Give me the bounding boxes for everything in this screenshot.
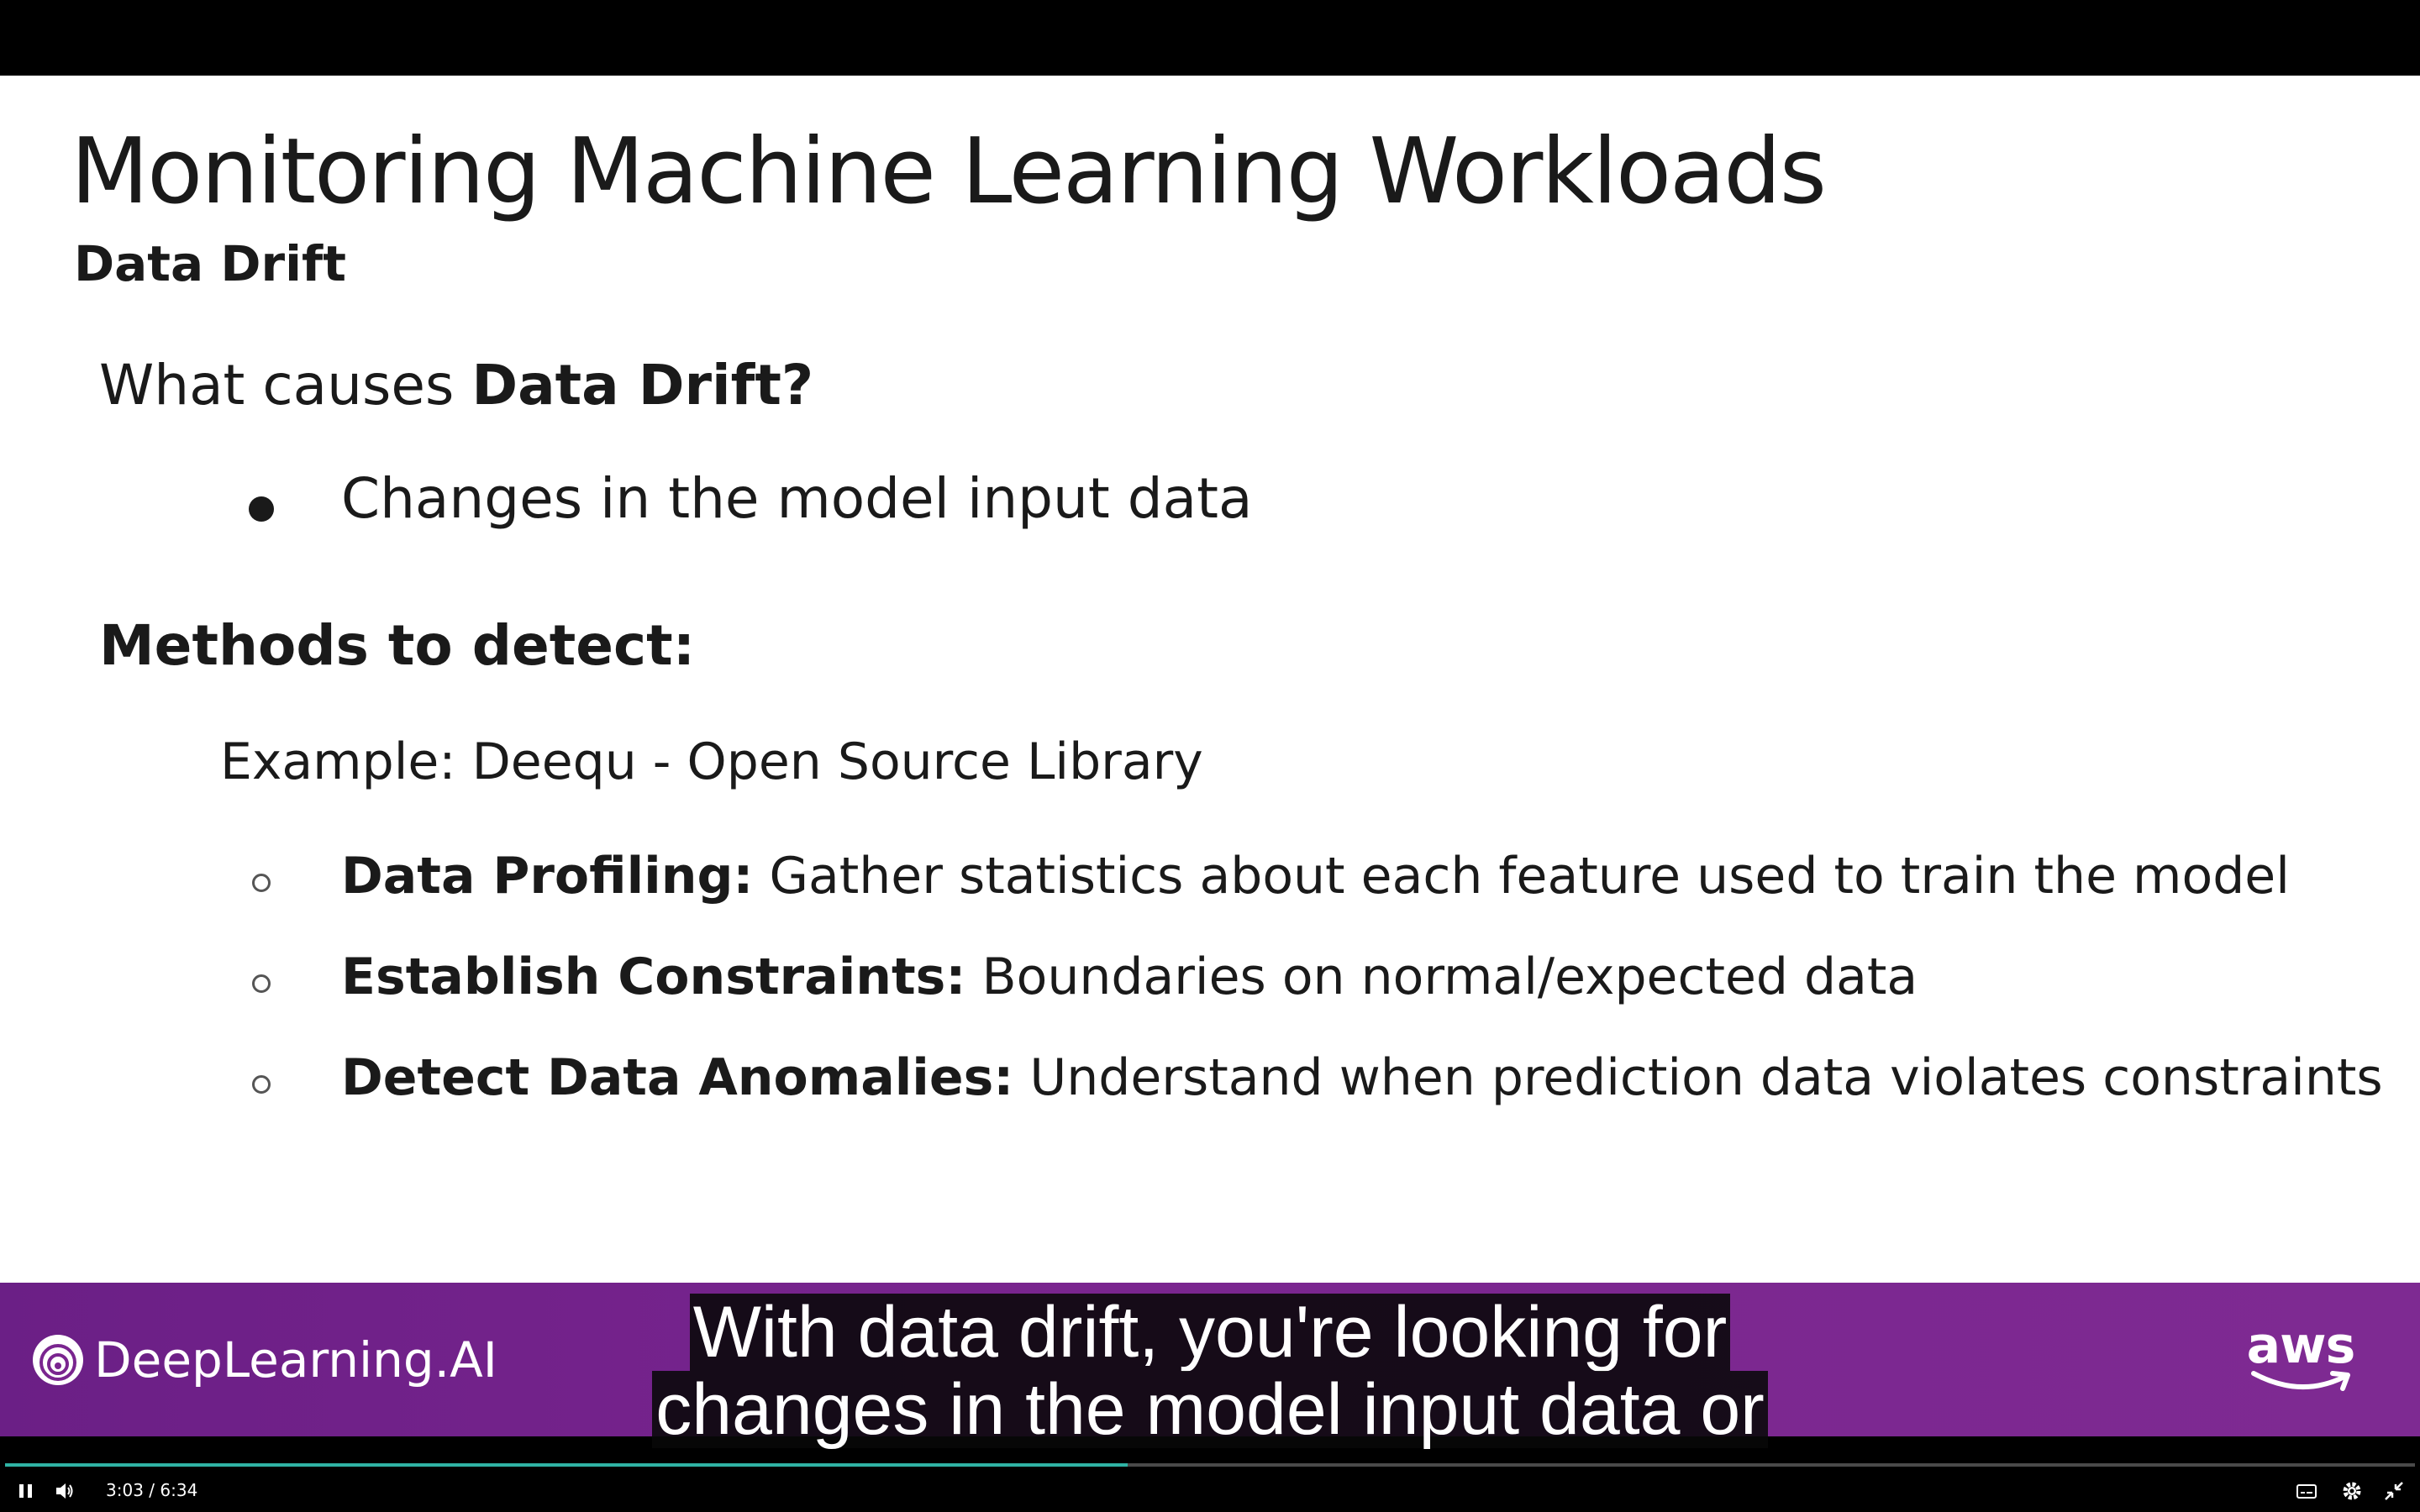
time-display: 3:03 / 6:34 — [106, 1480, 197, 1500]
exit-fullscreen-icon[interactable] — [2383, 1480, 2405, 1502]
sub-item-text: Establish Constraints: Boundaries on nor… — [341, 948, 1918, 1006]
question-prefix: What causes — [99, 353, 472, 417]
player-controls — [0, 1465, 2420, 1512]
sub-item-desc: Gather statistics about each feature use… — [753, 847, 2290, 906]
sub-item-bold: Detect Data Anomalies: — [341, 1048, 1014, 1107]
duration: 6:34 — [160, 1480, 198, 1500]
subtitle-caption: With data drift, you're looking for chan… — [0, 1294, 2420, 1448]
top-letterbox — [0, 0, 2420, 76]
sub-item-bold: Establish Constraints: — [341, 948, 966, 1006]
caption-line-1: With data drift, you're looking for — [689, 1294, 1731, 1371]
caption-line-2: changes in the model input data or — [652, 1371, 1768, 1448]
hollow-bullet-icon — [252, 1075, 271, 1094]
settings-icon[interactable] — [2341, 1480, 2363, 1502]
captions-icon[interactable] — [2296, 1480, 2317, 1502]
sub-item-desc: Understand when prediction data violates… — [1013, 1048, 2383, 1107]
bullet-text: Changes in the model input data — [341, 466, 1253, 531]
bullet-dot-icon — [249, 496, 274, 522]
hollow-bullet-icon — [252, 874, 271, 892]
sub-item-text: Detect Data Anomalies: Understand when p… — [341, 1048, 2383, 1107]
hollow-bullet-icon — [252, 974, 271, 993]
slide-title: Monitoring Machine Learning Workloads — [71, 119, 1827, 224]
example-line: Example: Deequ - Open Source Library — [220, 732, 1203, 791]
slide: Monitoring Machine Learning Workloads Da… — [0, 76, 2420, 1283]
question-bold: Data Drift? — [471, 353, 814, 417]
sub-item-text: Data Profiling: Gather statistics about … — [341, 847, 2290, 906]
question-line: What causes Data Drift? — [99, 353, 813, 417]
volume-icon[interactable] — [54, 1480, 76, 1502]
slide-subtitle: Data Drift — [74, 235, 346, 292]
current-time: 3:03 — [106, 1480, 144, 1500]
methods-heading: Methods to detect: — [99, 613, 696, 678]
progress-bar[interactable] — [5, 1463, 2415, 1467]
progress-fill — [5, 1463, 1128, 1467]
sub-item-desc: Boundaries on normal/expected data — [965, 948, 1918, 1006]
sub-item-bold: Data Profiling: — [341, 847, 754, 906]
pause-icon[interactable] — [15, 1480, 37, 1502]
time-separator: / — [149, 1480, 155, 1500]
